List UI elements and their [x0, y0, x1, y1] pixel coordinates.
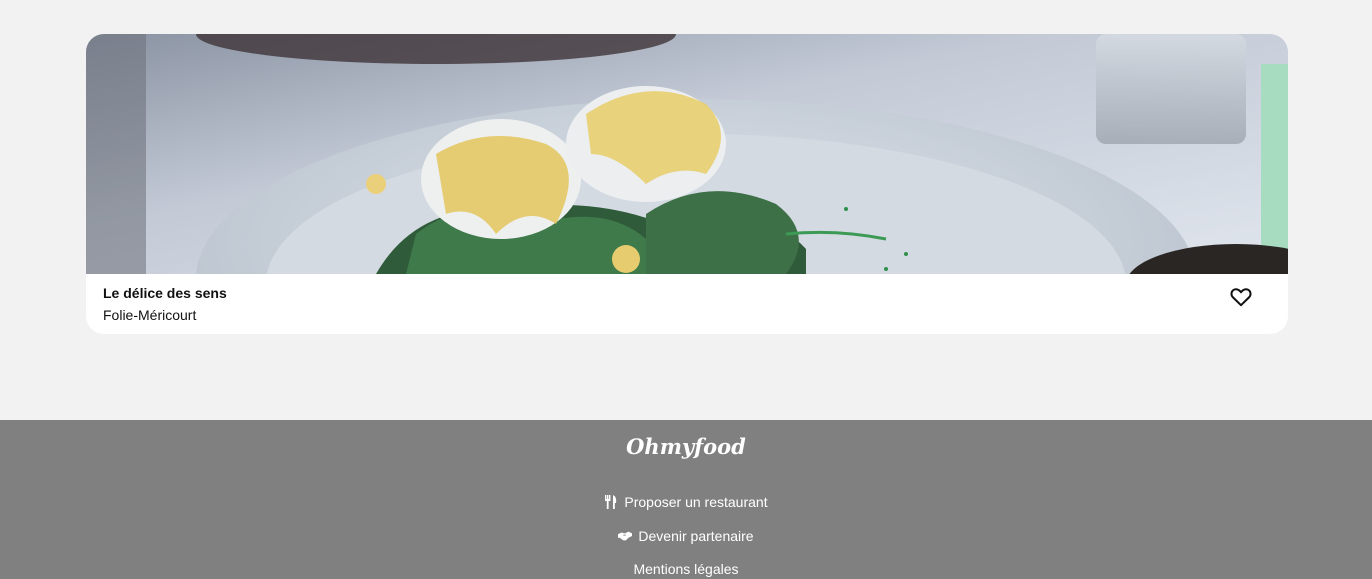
footer-link-legal-notice[interactable]: Mentions légales: [0, 561, 1372, 577]
restaurant-photo: [86, 34, 1288, 274]
utensils-icon: [605, 495, 617, 509]
footer-link-label[interactable]: Proposer un restaurant: [624, 494, 767, 510]
site-footer: Ohmyfood Proposer un restaurant Devenir …: [0, 420, 1372, 579]
footer-link-label[interactable]: Mentions légales: [633, 561, 738, 577]
footer-link-become-partner[interactable]: Devenir partenaire: [0, 528, 1372, 544]
restaurant-card[interactable]: Le délice des sens Folie-Méricourt: [86, 34, 1288, 334]
restaurant-neighborhood: Folie-Méricourt: [103, 307, 197, 323]
restaurant-name[interactable]: Le délice des sens: [103, 285, 227, 301]
handshake-icon: [618, 531, 633, 541]
footer-link-label[interactable]: Devenir partenaire: [638, 528, 753, 544]
footer-logo[interactable]: Ohmyfood: [0, 434, 1372, 459]
heart-outline-icon[interactable]: [1230, 287, 1252, 307]
footer-link-propose-restaurant[interactable]: Proposer un restaurant: [0, 494, 1372, 510]
